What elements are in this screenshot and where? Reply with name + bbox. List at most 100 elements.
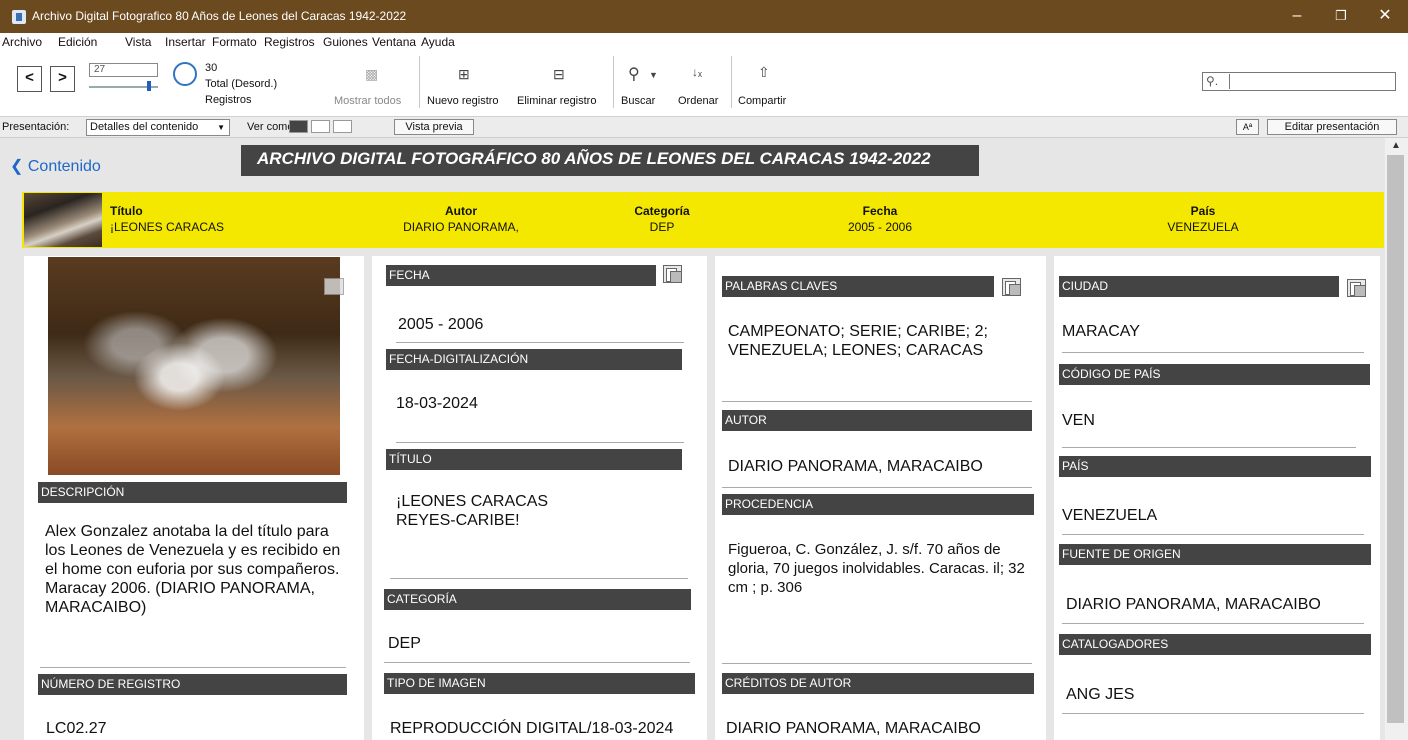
field-divider [722,487,1032,488]
pais-value[interactable]: VENEZUELA [1062,506,1362,525]
ciudad-value[interactable]: MARACAY [1062,322,1362,341]
delete-record-icon: ⊟ [553,66,565,82]
menu-insertar[interactable]: Insertar [165,35,206,49]
descripcion-value[interactable]: Alex Gonzalez anotaba la del título para… [45,522,350,617]
records-label: Registros [205,94,252,106]
autor-value[interactable]: DIARIO PANORAMA, MARACAIBO [728,457,1038,476]
share-icon: ⇧ [758,64,770,80]
next-record-button[interactable]: > [50,66,75,92]
restore-icon[interactable]: ❐ [1318,4,1364,28]
preview-button[interactable]: Vista previa [394,119,474,135]
summary-titulo-label: Título [110,204,143,218]
record-slider-handle[interactable] [147,81,151,91]
menu-ventana[interactable]: Ventana [372,35,416,49]
field-divider [396,442,684,443]
edit-layout-button[interactable]: Editar presentación [1267,119,1397,135]
palabras-claves-header: PALABRAS CLAVES [722,276,994,297]
autor-header: AUTOR [722,410,1032,431]
menu-formato[interactable]: Formato [212,35,257,49]
categoria-value[interactable]: DEP [388,634,668,653]
field-divider [1062,447,1356,448]
summary-autor-label: Autor [445,204,477,218]
titulo-value[interactable]: ¡LEONES CARACAS REYES-CARIBE! [396,492,596,530]
layout-select-value: Detalles del contenido [90,121,199,133]
layout-label: Presentación: [2,121,70,133]
catalogadores-header: CATALOGADORES [1059,634,1371,655]
field-divider [1062,352,1364,353]
font-size-button[interactable]: Aª [1236,119,1259,135]
chevron-down-icon: ▼ [217,123,225,132]
field-divider [384,662,690,663]
document-icon[interactable] [1002,278,1021,296]
delete-record-button[interactable]: Eliminar registro [517,95,596,107]
codigo-pais-header: CÓDIGO DE PAÍS [1059,364,1370,385]
quick-find-input[interactable]: ⚲. [1202,72,1396,91]
summary-pais-label: País [1190,204,1216,218]
record-photo[interactable] [48,257,340,475]
minimize-icon[interactable]: – [1274,4,1320,28]
tipo-imagen-header: TIPO DE IMAGEN [384,673,695,694]
record-thumbnail[interactable] [24,193,102,247]
share-button[interactable]: Compartir [738,95,786,107]
procedencia-value[interactable]: Figueroa, C. González, J. s/f. 70 años d… [728,540,1028,597]
menu-ayuda[interactable]: Ayuda [421,35,455,49]
toolbar-separator [731,56,732,108]
window-title: Archivo Digital Fotografico 80 Años de L… [32,9,407,23]
procedencia-header: PROCEDENCIA [722,494,1034,515]
table-view-icon[interactable] [333,120,352,133]
close-icon[interactable]: ✕ [1362,4,1408,28]
app-icon [12,10,26,24]
find-button[interactable]: Buscar [621,95,655,107]
codigo-pais-value[interactable]: VEN [1062,411,1362,430]
field-divider [390,578,688,579]
toolbar-separator [613,56,614,108]
menu-archivo[interactable]: Archivo [2,35,42,49]
field-divider [722,663,1032,664]
list-view-icon[interactable] [311,120,330,133]
search-icon: ⚲ [628,66,640,83]
fecha-digitalizacion-header: FECHA-DIGITALIZACIÓN [386,349,682,370]
form-view-icon[interactable] [289,120,308,133]
vertical-scrollbar[interactable]: ▲ [1385,138,1408,740]
menu-guiones[interactable]: Guiones [323,35,368,49]
chevron-down-icon[interactable]: ▼ [649,70,658,80]
descripcion-header: DESCRIPCIÓN [38,482,347,503]
summary-categoria-label: Categoría [634,204,690,218]
creditos-autor-value[interactable]: DIARIO PANORAMA, MARACAIBO [726,719,1036,738]
fuente-origen-value[interactable]: DIARIO PANORAMA, MARACAIBO [1066,595,1366,614]
menu-registros[interactable]: Registros [264,35,315,49]
menu-edicion[interactable]: Edición [58,35,97,49]
page-title: ARCHIVO DIGITAL FOTOGRÁFICO 80 AÑOS DE L… [241,145,979,176]
document-icon[interactable] [663,265,682,283]
image-icon [324,278,344,295]
show-all-icon: ▩ [365,66,379,82]
summary-categoria: DEP [649,220,675,234]
summary-fecha-label: Fecha [862,204,898,218]
menu-vista[interactable]: Vista [125,35,151,49]
new-record-button[interactable]: Nuevo registro [427,95,499,107]
scroll-up-icon[interactable]: ▲ [1391,140,1401,151]
tipo-imagen-value[interactable]: REPRODUCCIÓN DIGITAL/18-03-2024 [390,719,700,738]
show-all-button[interactable]: Mostrar todos [334,95,401,107]
sort-button[interactable]: Ordenar [678,95,718,107]
ciudad-header: CIUDAD [1059,276,1339,297]
creditos-autor-header: CRÉDITOS DE AUTOR [722,673,1034,694]
record-number-input[interactable]: 27 [89,63,158,77]
summary-pais: VENEZUELA [1167,220,1239,234]
fecha-header: FECHA [386,265,656,286]
fecha-digitalizacion-value[interactable]: 18-03-2024 [396,394,676,413]
previous-record-button[interactable]: < [17,66,42,92]
document-icon[interactable] [1347,279,1366,297]
summary-autor: DIARIO PANORAMA, [403,220,519,234]
search-icon[interactable]: ⚲. [1206,74,1218,88]
catalogadores-value[interactable]: ANG JES [1066,685,1366,704]
fecha-value[interactable]: 2005 - 2006 [398,315,678,334]
scrollbar-thumb[interactable] [1387,155,1404,723]
total-status: Total (Desord.) [205,78,278,90]
layout-select[interactable]: Detalles del contenido ▼ [86,119,230,136]
numero-registro-value[interactable]: LC02.27 [46,719,346,738]
back-link[interactable]: ❮ Contenido [10,156,101,176]
back-link-label: Contenido [27,158,101,175]
record-pie-icon [173,62,197,86]
palabras-claves-value[interactable]: CAMPEONATO; SERIE; CARIBE; 2; VENEZUELA;… [728,322,1028,360]
